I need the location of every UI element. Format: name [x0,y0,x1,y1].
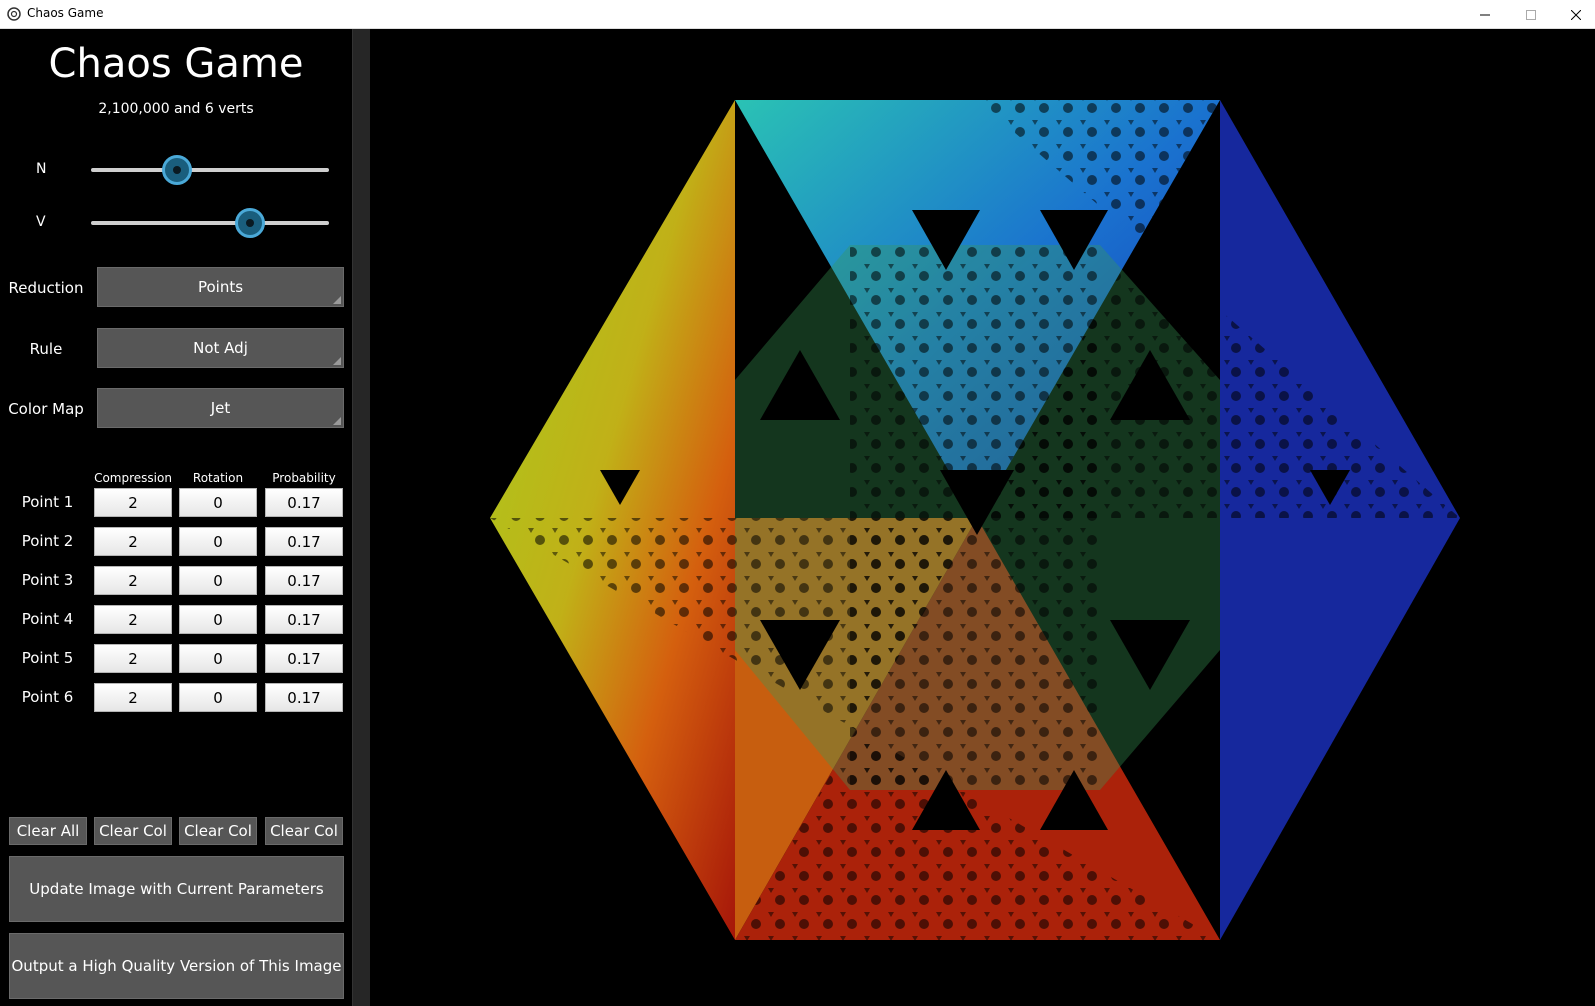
point-6-label: Point 6 [21,688,74,706]
dropdown-corner-icon [333,357,341,365]
slider-track [91,221,329,225]
output-high-quality-button[interactable]: Output a High Quality Version of This Im… [9,933,344,999]
point-4-rotation-input[interactable] [179,605,257,634]
point-3-probability-input[interactable] [265,566,343,595]
slider-n-label: N [36,161,47,177]
point-4-compression-input[interactable] [94,605,172,634]
point-4-label: Point 4 [21,610,74,628]
close-icon [1571,9,1581,20]
update-image-button[interactable]: Update Image with Current Parameters [9,856,344,922]
dropdown-corner-icon [333,296,341,304]
slider-n[interactable] [91,155,329,185]
fractal-canvas [370,29,1595,1006]
color-map-value: Jet [210,399,231,417]
clear-all-button[interactable]: Clear All [9,817,87,845]
point-5-compression-input[interactable] [94,644,172,673]
point-2-rotation-input[interactable] [179,527,257,556]
clear-col-rotation-button[interactable]: Clear Col [179,817,257,845]
window-title: Chaos Game [27,6,104,20]
clear-col-compression-button[interactable]: Clear Col [94,817,172,845]
point-6-probability-input[interactable] [265,683,343,712]
color-map-label: Color Map [8,400,84,418]
reduction-value: Points [197,278,244,296]
rule-value: Not Adj [193,339,248,357]
slider-thumb[interactable] [235,208,266,238]
point-6-compression-input[interactable] [94,683,172,712]
rule-dropdown[interactable]: Not Adj [97,328,344,368]
point-5-label: Point 5 [21,649,74,667]
point-5-rotation-input[interactable] [179,644,257,673]
reduction-dropdown[interactable]: Points [97,267,344,307]
point-5-probability-input[interactable] [265,644,343,673]
hexagram [490,100,1460,940]
slider-thumb[interactable] [161,155,192,185]
rule-label: Rule [29,340,63,358]
app-title: Chaos Game [48,41,304,87]
minimize-icon [1480,14,1490,15]
slider-track [91,168,329,172]
maximize-button[interactable] [1508,0,1554,29]
point-1-compression-input[interactable] [94,488,172,517]
point-4-probability-input[interactable] [265,605,343,634]
point-2-compression-input[interactable] [94,527,172,556]
clear-col-probability-button[interactable]: Clear Col [265,817,343,845]
dropdown-corner-icon [333,417,341,425]
app-icon [7,7,21,21]
point-3-label: Point 3 [21,571,74,589]
point-1-probability-input[interactable] [265,488,343,517]
point-3-compression-input[interactable] [94,566,172,595]
control-panel: Chaos Game 2,100,000 and 6 verts N V Red… [0,29,352,1006]
reduction-label: Reduction [8,279,84,297]
point-1-label: Point 1 [21,493,74,511]
point-1-rotation-input[interactable] [179,488,257,517]
point-2-label: Point 2 [21,532,74,550]
panel-splitter[interactable] [352,29,370,1006]
column-header-probability: Probability [272,471,336,485]
slider-v[interactable] [91,208,329,238]
maximize-icon [1526,9,1536,20]
minimize-button[interactable] [1462,0,1508,29]
fractal-image [490,100,1460,940]
point-6-rotation-input[interactable] [179,683,257,712]
slider-v-label: V [36,214,46,230]
point-3-rotation-input[interactable] [179,566,257,595]
point-2-probability-input[interactable] [265,527,343,556]
window-title-bar: Chaos Game [0,0,1595,29]
column-header-rotation: Rotation [192,471,244,485]
point-count-label: 2,100,000 and 6 verts [98,101,254,117]
close-button[interactable] [1553,0,1595,29]
color-map-dropdown[interactable]: Jet [97,388,344,428]
column-header-compression: Compression [94,471,172,485]
